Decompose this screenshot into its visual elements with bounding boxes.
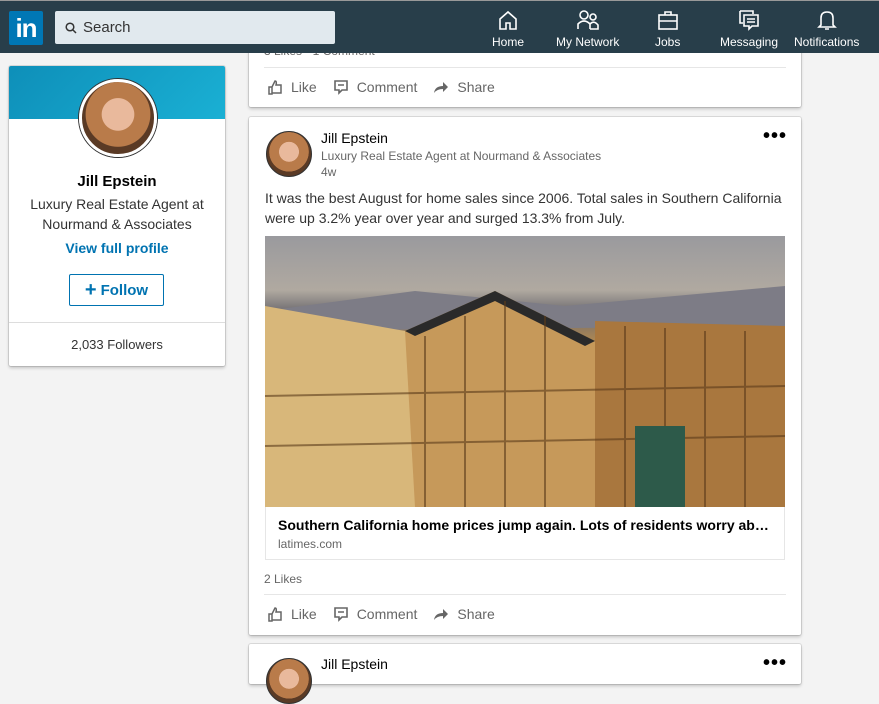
post-time: 4w	[321, 165, 337, 179]
nav-notifications[interactable]: Notifications	[794, 9, 859, 49]
messaging-icon	[739, 10, 759, 31]
profile-name: Jill Epstein	[77, 173, 157, 190]
divider	[264, 594, 786, 595]
nav-label: Home	[492, 35, 525, 49]
link-title[interactable]: Southern California home prices jump aga…	[278, 517, 772, 533]
search-placeholder: Search	[83, 19, 131, 36]
author-avatar[interactable]	[266, 658, 312, 704]
nav-label: Jobs	[655, 35, 681, 49]
more-options-icon[interactable]: •••	[763, 126, 787, 146]
linkedin-logo[interactable]: in	[9, 11, 43, 45]
like-button[interactable]: Like	[267, 79, 317, 95]
bell-icon	[816, 11, 837, 30]
share-icon	[434, 609, 449, 620]
post-card: Jill Epstein Luxury Real Estate Agent at…	[249, 117, 801, 635]
search-icon	[65, 21, 77, 34]
share-button[interactable]: Share	[433, 79, 495, 95]
social-counts[interactable]: 2 Likes	[264, 572, 302, 586]
view-full-profile-link[interactable]: View full profile	[9, 240, 225, 256]
network-icon	[576, 10, 599, 30]
search-input[interactable]: Search	[55, 11, 335, 44]
post-actions: Like Comment Share	[267, 79, 511, 95]
thumbs-up-icon	[268, 607, 282, 622]
nav-label: Messaging	[720, 35, 779, 49]
nav-messaging[interactable]: Messaging	[720, 9, 778, 49]
share-icon	[434, 82, 449, 93]
share-label: Share	[457, 79, 495, 95]
comment-button[interactable]: Comment	[333, 79, 418, 95]
comment-button[interactable]: Comment	[333, 606, 418, 622]
thumbs-up-icon	[268, 80, 282, 95]
author-name[interactable]: Jill Epstein	[321, 656, 388, 672]
like-label: Like	[291, 606, 317, 622]
followers-count[interactable]: 2,033 Followers	[9, 337, 225, 352]
post-actions: Like Comment Share	[267, 606, 511, 622]
comment-icon	[333, 607, 348, 622]
share-label: Share	[457, 606, 495, 622]
link-domain: latimes.com	[278, 537, 343, 551]
author-name[interactable]: Jill Epstein	[321, 130, 388, 146]
nav-jobs[interactable]: Jobs	[655, 9, 680, 49]
comment-label: Comment	[356, 79, 418, 95]
divider	[9, 322, 225, 323]
home-icon	[499, 10, 517, 30]
post-image[interactable]	[265, 236, 785, 507]
share-button[interactable]: Share	[433, 606, 495, 622]
profile-title: Luxury Real Estate Agent at Nourmand & A…	[30, 196, 204, 232]
author-avatar[interactable]	[266, 131, 312, 177]
divider	[264, 67, 786, 68]
post-text: It was the best August for home sales si…	[265, 190, 782, 226]
comment-label: Comment	[356, 606, 418, 622]
nav-my-network[interactable]: My Network	[556, 9, 619, 49]
comment-icon	[333, 80, 348, 95]
post-card: Jill Epstein •••	[249, 644, 801, 704]
nav-label: My Network	[556, 35, 620, 49]
follow-label: Follow	[100, 281, 149, 299]
profile-card: Jill Epstein Luxury Real Estate Agent at…	[9, 66, 225, 366]
plus-icon: +	[84, 278, 97, 301]
nav-label: Notifications	[794, 35, 860, 49]
top-navigation-bar: in Search Home My Network Jobs Messaging…	[0, 0, 879, 53]
follow-button[interactable]: + Follow	[69, 274, 164, 306]
link-preview[interactable]: Southern California home prices jump aga…	[265, 507, 785, 560]
like-label: Like	[291, 79, 317, 95]
briefcase-icon	[657, 11, 678, 30]
house-framing-illustration	[265, 286, 785, 507]
author-headline: Luxury Real Estate Agent at Nourmand & A…	[321, 149, 602, 163]
nav-home[interactable]: Home	[492, 9, 524, 49]
like-button[interactable]: Like	[267, 606, 317, 622]
profile-avatar[interactable]	[79, 79, 157, 157]
